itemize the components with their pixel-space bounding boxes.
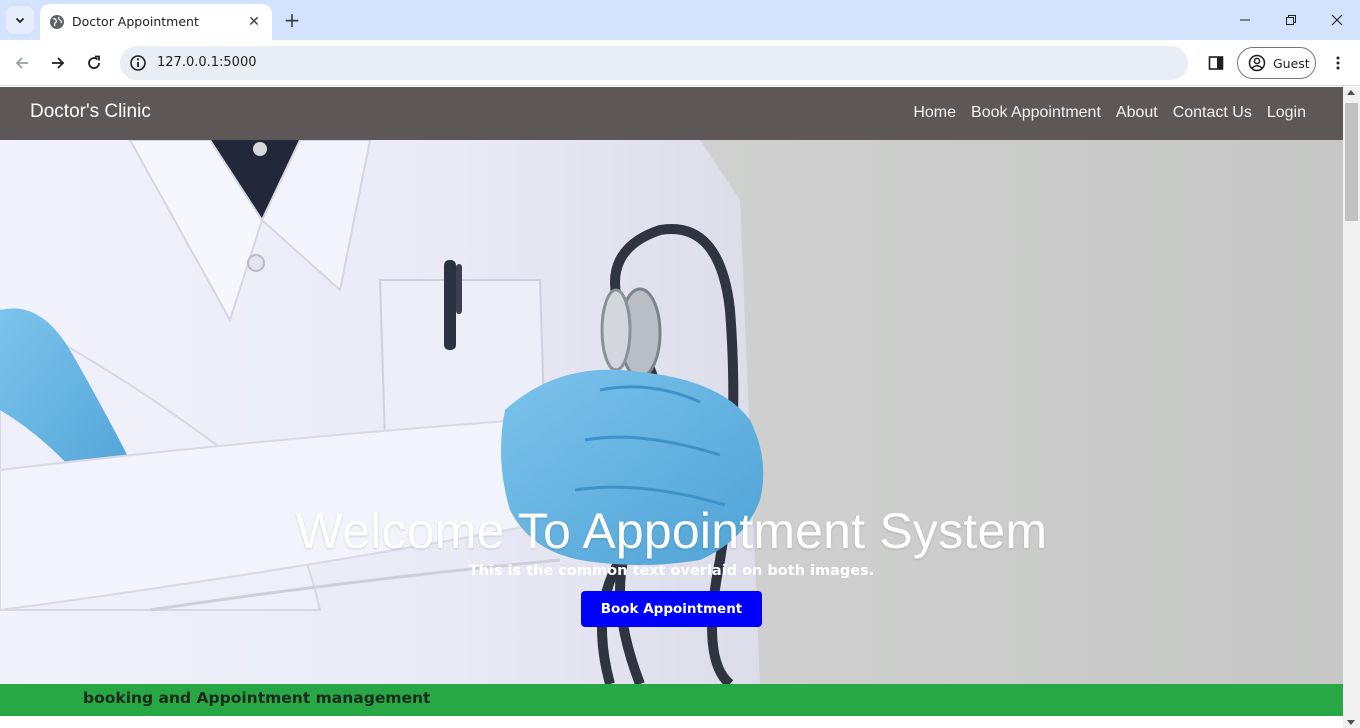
browser-tab[interactable]: Doctor Appointment ✕ (40, 4, 272, 40)
scroll-up-arrow-icon[interactable] (1347, 90, 1355, 95)
page-viewport: Doctor's Clinic Home Book Appointment Ab… (0, 87, 1343, 728)
new-tab-button[interactable]: + (280, 8, 304, 32)
nav-home-link[interactable]: Home (913, 104, 956, 122)
reload-icon (88, 55, 100, 69)
browser-menu-button[interactable] (1324, 49, 1352, 77)
marquee-text: booking and Appointment management (83, 689, 431, 707)
url-text[interactable]: 127.0.0.1:5000 (157, 55, 257, 70)
nav-login-link[interactable]: Login (1267, 104, 1306, 122)
plus-icon: + (283, 8, 301, 32)
nav-book-appointment-link[interactable]: Book Appointment (971, 104, 1101, 122)
close-icon (1331, 14, 1343, 26)
forward-button[interactable] (44, 49, 72, 77)
back-button[interactable] (8, 49, 36, 77)
chevron-down-icon (15, 17, 25, 24)
scroll-down-arrow-icon[interactable] (1347, 720, 1355, 725)
profile-button[interactable]: Guest (1237, 47, 1316, 79)
minimize-button[interactable] (1222, 6, 1268, 34)
restore-button[interactable] (1268, 6, 1314, 34)
browser-tab-strip: Doctor Appointment ✕ + (0, 0, 1360, 40)
site-brand[interactable]: Doctor's Clinic (30, 101, 151, 123)
globe-icon (50, 15, 64, 29)
page-scrollbar[interactable] (1343, 87, 1360, 728)
site-navbar: Doctor's Clinic Home Book Appointment Ab… (0, 87, 1343, 140)
book-appointment-button[interactable]: Book Appointment (580, 591, 763, 627)
nav-links: Home Book Appointment About Contact Us L… (913, 104, 1306, 122)
tab-title: Doctor Appointment (72, 14, 199, 29)
user-circle-icon (1248, 54, 1266, 72)
close-icon[interactable]: ✕ (244, 12, 264, 32)
reload-button[interactable] (80, 49, 108, 77)
hero-title: Welcome To Appointment System (295, 503, 1048, 559)
marquee-banner: booking and Appointment management (0, 684, 1343, 716)
page-body-below (0, 716, 1343, 728)
hero-section: Welcome To Appointment System This is th… (0, 140, 1343, 684)
kebab-menu-icon (1336, 56, 1340, 70)
profile-label: Guest (1273, 55, 1310, 71)
hero-subtitle: This is the common text overlaid on both… (468, 563, 875, 579)
info-icon[interactable] (129, 54, 147, 72)
side-panel-icon (1208, 56, 1224, 70)
hero-content: Welcome To Appointment System This is th… (0, 502, 1343, 627)
restore-icon (1286, 15, 1296, 25)
address-bar[interactable]: 127.0.0.1:5000 (120, 46, 1188, 80)
close-window-button[interactable] (1314, 6, 1360, 34)
nav-contact-us-link[interactable]: Contact Us (1173, 104, 1252, 122)
minimize-icon (1240, 19, 1250, 21)
arrow-right-icon (52, 57, 65, 69)
tab-search-button[interactable] (6, 6, 34, 34)
nav-about-link[interactable]: About (1116, 104, 1158, 122)
browser-toolbar: 127.0.0.1:5000 Guest (0, 40, 1360, 86)
scrollbar-thumb[interactable] (1345, 103, 1358, 221)
side-panel-button[interactable] (1202, 49, 1230, 77)
arrow-left-icon (15, 57, 28, 69)
